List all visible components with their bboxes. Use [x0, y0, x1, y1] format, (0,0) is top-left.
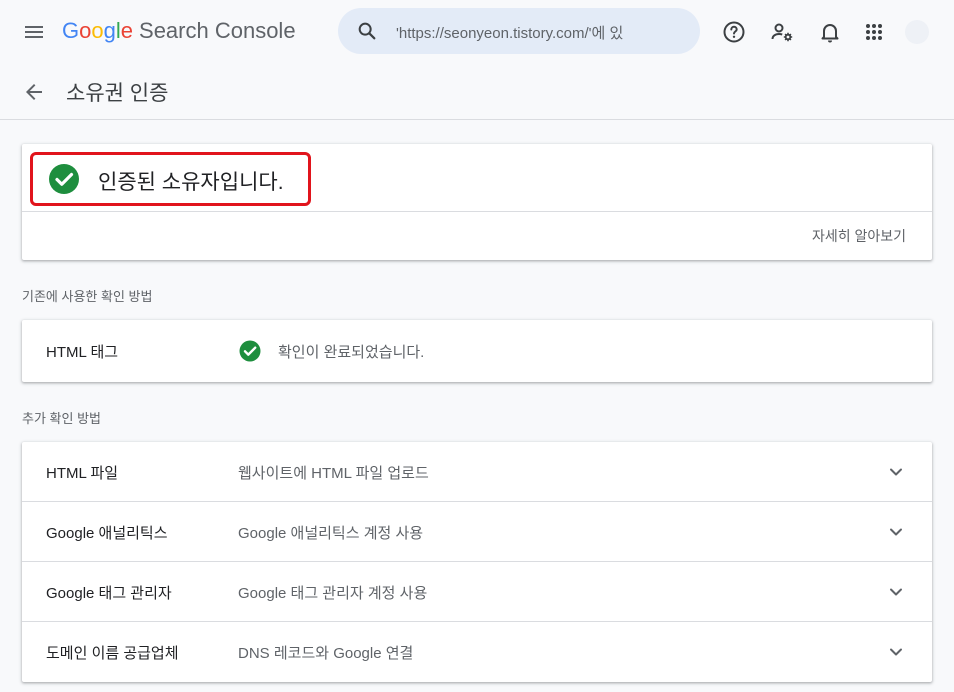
additional-methods-card: HTML 파일 웹사이트에 HTML 파일 업로드 Google 애널리틱스 G…: [22, 442, 932, 682]
method-desc: 웹사이트에 HTML 파일 업로드: [238, 465, 429, 482]
method-name: Google 애널리틱스: [46, 525, 168, 542]
chevron-down-icon[interactable]: [884, 580, 908, 604]
back-arrow-icon[interactable]: [22, 80, 46, 104]
search-icon[interactable]: [356, 20, 378, 42]
verified-owner-card: 인증된 소유자입니다. 자세히 알아보기: [22, 144, 932, 260]
top-app-bar: Google Search Console 'https://seonyeon.…: [0, 0, 954, 64]
additional-methods-heading: 추가 확인 방법: [22, 411, 101, 426]
menu-icon[interactable]: [22, 20, 46, 44]
page-title: 소유권 인증: [66, 82, 169, 105]
help-icon[interactable]: [722, 20, 746, 44]
check-circle-icon: [48, 163, 80, 195]
method-name: HTML 태그: [46, 344, 119, 361]
chevron-down-icon[interactable]: [884, 520, 908, 544]
account-avatar[interactable]: [905, 20, 929, 44]
method-desc: Google 애널리틱스 계정 사용: [238, 525, 424, 542]
brand-letter: G: [62, 18, 80, 43]
check-circle-icon: [239, 340, 261, 362]
method-name: 도메인 이름 공급업체: [46, 645, 179, 662]
chevron-down-icon[interactable]: [884, 640, 908, 664]
method-desc: DNS 레코드와 Google 연결: [238, 645, 414, 662]
learn-more-link[interactable]: 자세히 알아보기: [812, 226, 906, 246]
title-bar: 소유권 인증: [0, 64, 954, 120]
brand-letter: e: [120, 18, 134, 43]
apps-icon[interactable]: [862, 20, 886, 44]
method-row-google-analytics[interactable]: Google 애널리틱스 Google 애널리틱스 계정 사용: [22, 502, 932, 562]
brand-letter: g: [103, 18, 116, 43]
manage-users-icon[interactable]: [770, 20, 794, 44]
chevron-down-icon[interactable]: [884, 460, 908, 484]
used-methods-heading: 기존에 사용한 확인 방법: [22, 289, 153, 304]
divider: [22, 211, 932, 212]
method-row-domain-provider[interactable]: 도메인 이름 공급업체 DNS 레코드와 Google 연결: [22, 622, 932, 682]
product-name: Search Console: [139, 18, 296, 43]
method-row-html-file[interactable]: HTML 파일 웹사이트에 HTML 파일 업로드: [22, 442, 932, 502]
used-method-card: HTML 태그 확인이 완료되었습니다.: [22, 320, 932, 382]
method-name: Google 태그 관리자: [46, 585, 172, 602]
app-logo[interactable]: Google Search Console: [62, 18, 296, 44]
method-name: HTML 파일: [46, 465, 119, 482]
method-desc: Google 태그 관리자 계정 사용: [238, 585, 428, 602]
notifications-icon[interactable]: [818, 20, 842, 44]
search-box[interactable]: 'https://seonyeon.tistory.com/'에 있: [338, 8, 700, 54]
verified-message: 인증된 소유자입니다.: [98, 171, 284, 194]
google-brand: Google: [62, 18, 133, 44]
method-row-tag-manager[interactable]: Google 태그 관리자 Google 태그 관리자 계정 사용: [22, 562, 932, 622]
search-input[interactable]: 'https://seonyeon.tistory.com/'에 있: [396, 22, 686, 43]
brand-letter: o: [79, 18, 92, 43]
method-status: 확인이 완료되었습니다.: [278, 344, 425, 361]
brand-letter: o: [91, 18, 104, 43]
